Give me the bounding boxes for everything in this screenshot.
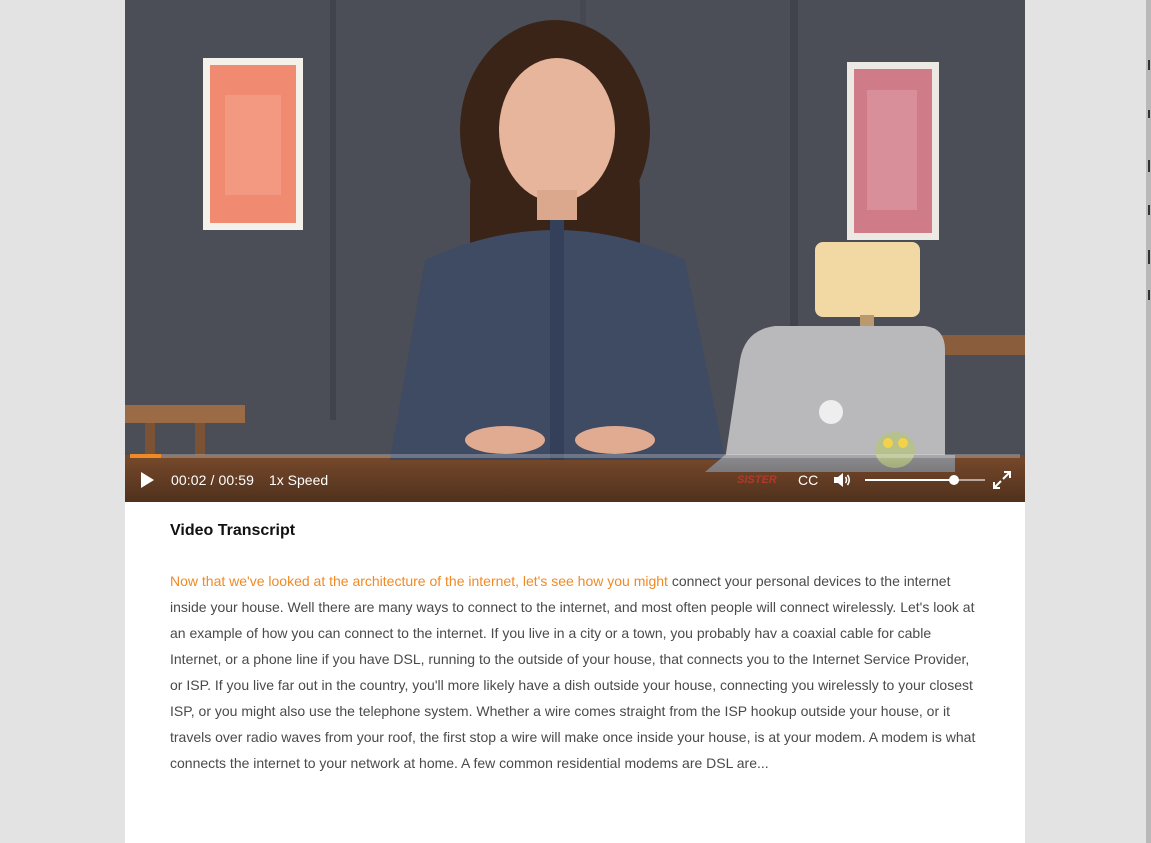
time-separator: /: [206, 472, 219, 488]
fullscreen-button[interactable]: [992, 470, 1012, 490]
current-time: 00:02: [171, 472, 207, 488]
duration: 00:59: [218, 472, 255, 488]
mute-button[interactable]: [832, 470, 852, 490]
transcript-remaining-text: connect your personal devices to the int…: [170, 573, 976, 771]
captions-button[interactable]: CC: [798, 472, 818, 488]
volume-handle[interactable]: [948, 475, 959, 485]
side-scroll-strip: [1146, 0, 1151, 843]
video-player[interactable]: 00:02 / 00:59 1x Speed SISTER CC: [125, 0, 1025, 502]
volume-icon: [834, 473, 851, 487]
video-frame: [125, 0, 1025, 502]
video-transcript: Video Transcript Now that we've looked a…: [170, 522, 985, 776]
time-display: 00:02 / 00:59: [171, 472, 254, 488]
volume-fill: [865, 479, 954, 481]
fullscreen-icon: [993, 471, 1011, 489]
play-button[interactable]: [137, 470, 157, 490]
player-controls: 00:02 / 00:59 1x Speed SISTER CC: [125, 452, 1025, 502]
progress-bar[interactable]: [130, 454, 1020, 458]
speed-button[interactable]: 1x Speed: [269, 472, 328, 488]
lesson-panel: 00:02 / 00:59 1x Speed SISTER CC Video T…: [125, 0, 1025, 843]
video-watermark: SISTER: [737, 474, 777, 486]
transcript-heading: Video Transcript: [170, 522, 296, 539]
transcript-highlighted-text: Now that we've looked at the architectur…: [170, 573, 668, 589]
play-icon: [141, 472, 154, 488]
volume-slider[interactable]: [865, 475, 985, 485]
transcript-body: Now that we've looked at the architectur…: [170, 568, 985, 776]
progress-fill: [130, 454, 162, 458]
